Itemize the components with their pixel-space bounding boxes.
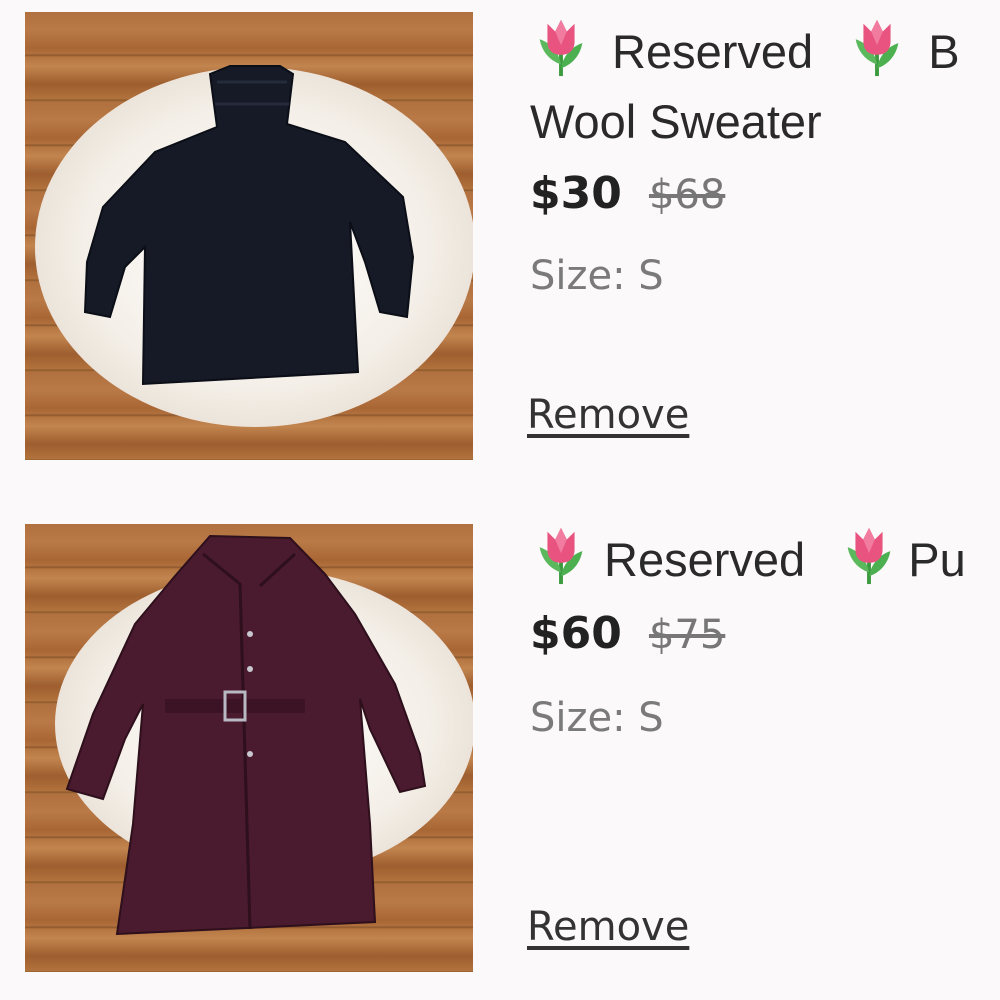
tulip-icon: [855, 19, 899, 77]
remove-link[interactable]: Remove: [527, 392, 689, 438]
product-image[interactable]: [25, 12, 473, 460]
remove-link[interactable]: Remove: [527, 904, 689, 950]
tulip-icon: [847, 527, 891, 585]
title-line1-text: Reserved: [612, 25, 814, 78]
cart-page: Reserved B Wool Sweater $30 $68 Size: S …: [0, 0, 1000, 1000]
tulip-icon: [539, 527, 583, 585]
title-line1-after: Pu: [908, 533, 966, 586]
sale-price: $60: [530, 608, 622, 659]
price-row: $60 $75: [530, 608, 725, 659]
title-line1-text: Reserved: [604, 533, 806, 586]
original-price: $75: [648, 612, 726, 658]
coat-illustration: [65, 534, 427, 936]
sweater-illustration: [83, 65, 415, 386]
original-price: $68: [648, 172, 726, 218]
size-label: Size: S: [530, 695, 664, 741]
size-label: Size: S: [530, 253, 664, 299]
product-title[interactable]: Reserved Pu: [530, 524, 966, 595]
title-line2-text: Wool Sweater: [530, 95, 822, 148]
product-title[interactable]: Reserved B Wool Sweater: [530, 16, 960, 157]
price-row: $30 $68: [530, 168, 725, 219]
sale-price: $30: [530, 168, 622, 219]
product-image[interactable]: [25, 524, 473, 972]
title-line1-after: B: [928, 25, 960, 78]
cart-item: Reserved B Wool Sweater $30 $68 Size: S …: [0, 0, 1000, 480]
cart-item: Reserved Pu $60 $75 Size: S Remove: [0, 512, 1000, 992]
tulip-icon: [539, 19, 583, 77]
